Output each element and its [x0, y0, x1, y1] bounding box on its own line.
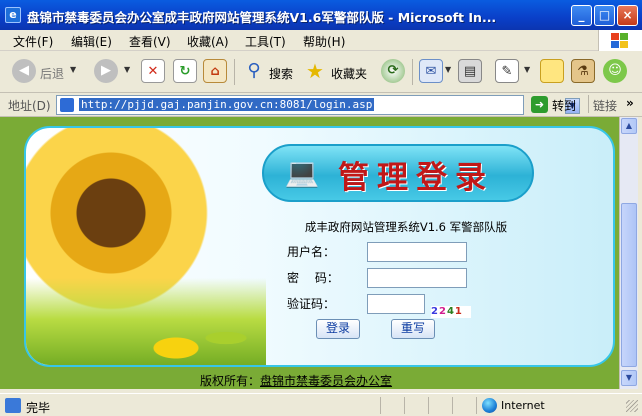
status-separator	[404, 397, 405, 414]
status-separator	[476, 397, 477, 414]
links-label[interactable]: 链接	[593, 97, 617, 114]
forward-icon[interactable]: ▶	[94, 59, 118, 83]
copyright-link[interactable]: 盘锦市禁毒委员会办公室	[260, 374, 392, 388]
page-done-icon	[5, 398, 21, 413]
title-bar[interactable]: e 盘锦市禁毒委员会办公室成丰政府网站管理系统V1.6军警部队版 - Micro…	[0, 0, 642, 30]
captcha-digit: 2	[431, 306, 439, 317]
laptop-icon: 💻	[284, 156, 320, 189]
go-button-label[interactable]: 转到	[552, 97, 576, 114]
discuss-icon[interactable]	[540, 59, 564, 83]
print-icon[interactable]: ▤	[458, 59, 482, 83]
mail-dropdown-icon[interactable]: ▼	[445, 65, 451, 74]
password-input[interactable]	[367, 268, 467, 288]
address-label: 地址(D)	[8, 99, 51, 113]
menu-tools[interactable]: 工具(T)	[245, 33, 286, 50]
toolbar-separator	[412, 59, 413, 85]
mail-icon[interactable]: ✉	[419, 59, 443, 83]
captcha-digit: 4	[446, 306, 455, 317]
status-text: 完毕	[26, 401, 51, 415]
window-title: 盘锦市禁毒委员会办公室成丰政府网站管理系统V1.6军警部队版 - Microso…	[27, 10, 497, 25]
status-separator	[380, 397, 381, 414]
status-separator	[428, 397, 429, 414]
back-dropdown-icon[interactable]: ▼	[70, 65, 76, 74]
windows-logo-icon	[598, 30, 642, 51]
zone-text: Internet	[501, 399, 545, 412]
sunflower-field-image	[26, 278, 266, 365]
edit-icon[interactable]: ✎	[495, 59, 519, 83]
menu-bar: 文件(F) 编辑(E) 查看(V) 收藏(A) 工具(T) 帮助(H)	[0, 30, 642, 51]
search-label[interactable]: 搜索	[269, 65, 293, 82]
toolbar-separator	[234, 59, 235, 85]
messenger-icon[interactable]: ☺	[603, 59, 627, 83]
system-name: 成丰政府网站管理系统V1.6 军警部队版	[304, 220, 508, 234]
back-icon[interactable]: ◀	[12, 59, 36, 83]
captcha-digit: 1	[454, 306, 463, 317]
favorites-label[interactable]: 收藏夹	[331, 65, 367, 82]
links-chevron-icon[interactable]: »	[626, 96, 634, 110]
favorites-star-icon[interactable]: ★	[303, 59, 327, 83]
stop-icon[interactable]: ✕	[141, 59, 165, 83]
maximize-button[interactable]: □	[594, 5, 615, 26]
address-input[interactable]: http://pjjd.gaj.panjin.gov.cn:8081/login…	[56, 95, 580, 115]
menu-help[interactable]: 帮助(H)	[303, 33, 345, 50]
status-separator	[452, 397, 453, 414]
internet-globe-icon	[482, 398, 497, 413]
address-separator	[588, 95, 589, 113]
captcha-input[interactable]	[367, 294, 425, 314]
toolbar: ◀ 后退 ▼ ▶ ▼ ✕ ↻ ⌂ ⚲ 搜索 ★ 收藏夹 ⟳ ✉ ▼ ▤ ✎ ▼ …	[0, 51, 642, 93]
address-url[interactable]: http://pjjd.gaj.panjin.gov.cn:8081/login…	[79, 98, 375, 111]
search-icon[interactable]: ⚲	[242, 59, 266, 83]
status-bar: 完毕 Internet	[0, 393, 642, 416]
back-label[interactable]: 后退	[40, 65, 64, 82]
password-label: 密 码：	[287, 271, 339, 285]
captcha-label: 验证码：	[287, 297, 336, 311]
vertical-scrollbar[interactable]: ▲ ▼	[619, 117, 638, 389]
history-icon[interactable]: ⟳	[381, 59, 405, 83]
copyright: 版权所有：盘锦市禁毒委员会办公室	[200, 372, 440, 389]
page-content: 💻 管理登录 成丰政府网站管理系统V1.6 军警部队版 用户名： 密 码： 验证…	[0, 117, 619, 389]
captcha-digit: 2	[438, 306, 447, 317]
username-input[interactable]	[367, 242, 467, 262]
menu-edit[interactable]: 编辑(E)	[71, 33, 112, 50]
copyright-prefix: 版权所有：	[200, 374, 261, 388]
menu-file[interactable]: 文件(F)	[13, 33, 53, 50]
banner-title: 管理登录	[338, 160, 494, 196]
menu-view[interactable]: 查看(V)	[129, 33, 171, 50]
ie-page-icon: e	[5, 7, 21, 23]
home-icon[interactable]: ⌂	[203, 59, 227, 83]
reset-button[interactable]: 重写	[391, 319, 435, 339]
login-banner: 💻 管理登录	[262, 144, 534, 202]
go-arrow-icon[interactable]: ➜	[531, 96, 548, 113]
page-icon	[60, 98, 74, 112]
scroll-up-icon[interactable]: ▲	[621, 118, 637, 134]
research-icon[interactable]: ⚗	[571, 59, 595, 83]
edit-dropdown-icon[interactable]: ▼	[524, 65, 530, 74]
minimize-button[interactable]: _	[571, 5, 592, 26]
forward-dropdown-icon[interactable]: ▼	[124, 65, 130, 74]
username-label: 用户名：	[287, 245, 336, 259]
menu-favorites[interactable]: 收藏(A)	[187, 33, 229, 50]
resize-grip[interactable]	[626, 400, 638, 412]
close-button[interactable]: ×	[617, 5, 638, 26]
captcha-image: 2241	[431, 306, 471, 318]
scroll-thumb[interactable]	[621, 203, 637, 367]
login-panel: 💻 管理登录 成丰政府网站管理系统V1.6 军警部队版 用户名： 密 码： 验证…	[24, 126, 615, 367]
refresh-icon[interactable]: ↻	[173, 59, 197, 83]
login-button[interactable]: 登录	[316, 319, 360, 339]
scroll-down-icon[interactable]: ▼	[621, 370, 637, 386]
address-bar: 地址(D) http://pjjd.gaj.panjin.gov.cn:8081…	[0, 93, 642, 117]
